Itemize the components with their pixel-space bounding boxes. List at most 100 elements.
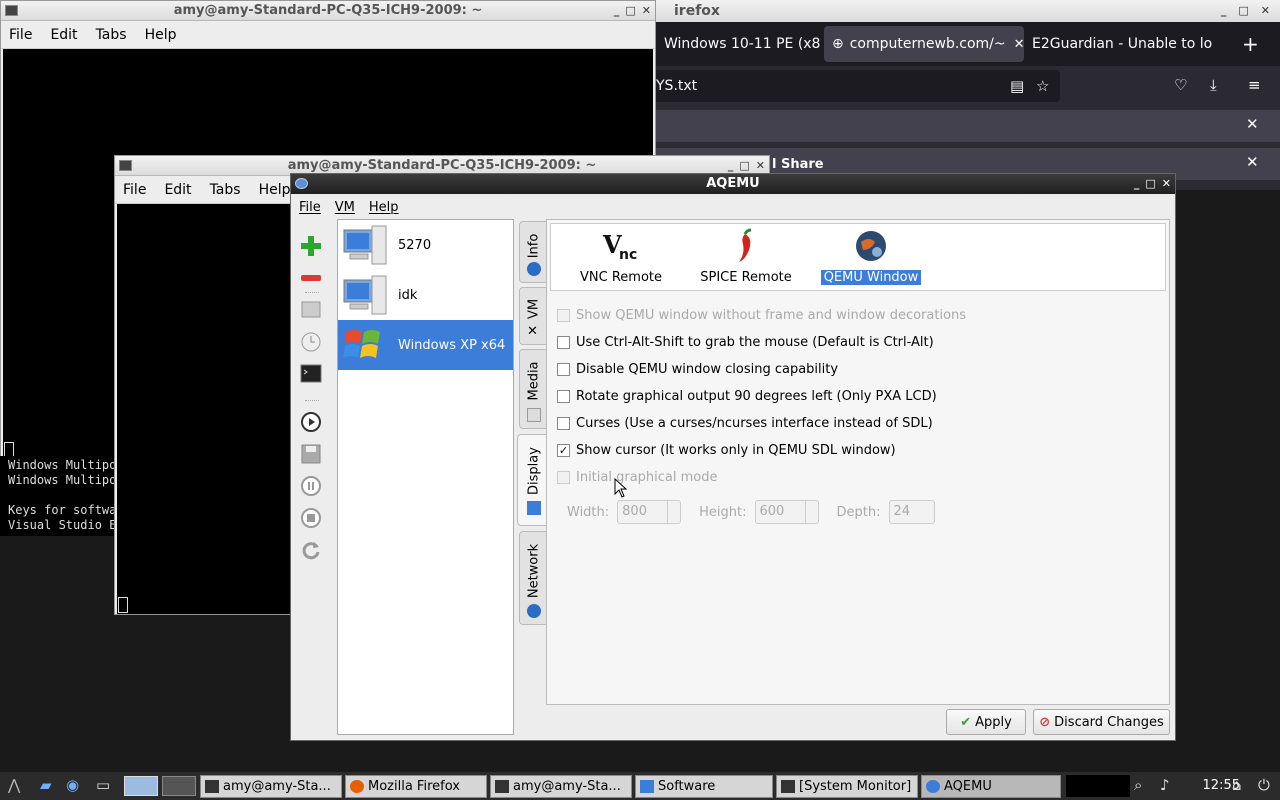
mode-spice-remote[interactable]: SPICE Remote — [686, 228, 806, 285]
menu-edit[interactable]: Edit — [50, 27, 77, 43]
console-button[interactable] — [299, 362, 323, 386]
computer-icon — [343, 225, 387, 265]
vm-list-item[interactable]: 5270 — [338, 220, 513, 270]
width-spinbox[interactable]: 800 — [617, 500, 682, 524]
workspace-switcher[interactable] — [124, 776, 158, 796]
pocket-icon[interactable]: ♡ — [1174, 76, 1187, 94]
stop-vm-button[interactable] — [299, 506, 323, 530]
tab-vm[interactable]: VM ✕ — [519, 287, 547, 345]
option-no-frame[interactable]: Show QEMU window without frame and windo… — [557, 306, 966, 324]
height-spinbox[interactable]: 600 — [754, 500, 819, 524]
menu-edit[interactable]: Edit — [164, 182, 191, 198]
aqemu-titlebar[interactable]: AQEMU _ □ ✕ — [291, 174, 1175, 194]
depth-select[interactable]: 24 — [888, 500, 935, 524]
pause-vm-button[interactable] — [299, 474, 323, 498]
tab-media[interactable]: Media — [519, 349, 547, 429]
minimize-icon[interactable]: _ — [614, 1, 620, 21]
close-icon[interactable]: ✕ — [1162, 174, 1171, 194]
menu-help[interactable]: Help — [145, 27, 177, 43]
reset-vm-button[interactable] — [299, 538, 323, 562]
option-rotate-output[interactable]: Rotate graphical output 90 degrees left … — [557, 387, 937, 405]
snapshot-button[interactable] — [299, 330, 323, 354]
download-icon[interactable]: ⤓ — [1210, 76, 1217, 94]
option-curses[interactable]: Curses (Use a curses/ncurses interface i… — [557, 414, 933, 432]
menu-tabs[interactable]: Tabs — [210, 182, 241, 198]
remove-vm-button[interactable] — [299, 266, 323, 290]
save-vm-button[interactable] — [299, 442, 323, 466]
firefox-tab-active[interactable]: ⊕ computernewb.com/~ ✕ — [824, 26, 1024, 62]
maximize-icon[interactable]: □ — [1238, 0, 1248, 22]
checkbox[interactable] — [557, 470, 570, 484]
tab-display[interactable]: Display — [517, 434, 549, 526]
vm-settings-button[interactable] — [299, 298, 323, 322]
close-icon[interactable]: ✕ — [642, 1, 651, 21]
vm-list-item-selected[interactable]: Windows XP x64 — [338, 320, 513, 370]
tray-search-icon[interactable]: ⌕ — [1134, 776, 1142, 794]
terminal-1-title: amy@amy-Standard-PC-Q35-ICH9-2009: ~ — [173, 3, 483, 18]
discard-label: Discard Changes — [1054, 714, 1164, 730]
show-desktop-icon[interactable]: ▭ — [96, 776, 110, 794]
start-menu-icon[interactable]: ⋀ — [8, 776, 20, 794]
new-tab-button[interactable]: + — [1234, 26, 1274, 62]
checkbox[interactable] — [557, 416, 570, 430]
minimize-icon[interactable]: _ — [1221, 0, 1227, 22]
aqemu-window[interactable]: AQEMU _ □ ✕ File VM Help 5270 idk Window… — [290, 173, 1176, 741]
option-disable-closing[interactable]: Disable QEMU window closing capability — [557, 360, 838, 378]
menu-vm[interactable]: VM — [335, 200, 355, 215]
mode-vnc-remote[interactable]: Vnc VNC Remote — [561, 228, 681, 285]
taskbar-item-system-monitor[interactable]: [System Monitor] — [776, 775, 918, 798]
option-ctrl-alt-shift[interactable]: Use Ctrl-Alt-Shift to grab the mouse (De… — [557, 333, 934, 351]
taskbar-item-aqemu[interactable]: AQEMU — [921, 775, 1061, 798]
checkbox[interactable] — [557, 389, 570, 403]
share-label[interactable]: l Share — [772, 157, 824, 172]
firefox-tab[interactable]: E2Guardian - Unable to lo — [1024, 26, 1234, 62]
firefox-titlebar[interactable]: irefox _ □ ✕ — [656, 0, 1280, 22]
trash-icon[interactable]: ⌂ — [1232, 776, 1242, 794]
minimize-icon[interactable]: _ — [1134, 174, 1140, 194]
hamburger-menu-icon[interactable]: ≡ — [1248, 76, 1261, 94]
taskbar-item-terminal-1[interactable]: amy@amy-Sta... — [200, 775, 342, 798]
discard-changes-button[interactable]: ⊘ Discard Changes — [1033, 709, 1170, 735]
terminal-1-titlebar[interactable]: amy@amy-Standard-PC-Q35-ICH9-2009: ~ _ □ ✕ — [1, 1, 655, 21]
menu-file[interactable]: File — [299, 200, 321, 215]
power-icon[interactable]: ⏻ — [1258, 776, 1270, 794]
maximize-icon[interactable]: □ — [1145, 174, 1155, 194]
close-notification-icon[interactable]: ✕ — [1246, 115, 1259, 133]
volume-icon[interactable]: ♪ — [1160, 776, 1170, 794]
menu-file[interactable]: File — [9, 27, 32, 43]
firefox-tab[interactable]: Windows 10-11 PE (x8✕ — [656, 26, 824, 62]
display-settings-panel: Vnc VNC Remote SPICE Remote QEMU Window … — [546, 219, 1170, 705]
tab-info[interactable]: Info — [519, 221, 547, 283]
vm-list[interactable]: 5270 idk Windows XP x64 — [337, 219, 514, 735]
maximize-icon[interactable]: □ — [625, 1, 635, 21]
close-tab-icon[interactable]: ✕ — [1014, 37, 1024, 52]
tab-network[interactable]: Network — [519, 531, 547, 625]
checkbox[interactable] — [557, 335, 570, 349]
taskbar-item-software[interactable]: Software — [635, 775, 773, 798]
apply-button[interactable]: ✔ Apply — [946, 709, 1026, 735]
menu-help[interactable]: Help — [259, 182, 291, 198]
vm-list-item[interactable]: idk — [338, 270, 513, 320]
workspace-switcher-2[interactable] — [162, 776, 196, 796]
option-show-cursor[interactable]: ✓ Show cursor (It works only in QEMU SDL… — [557, 441, 896, 459]
bookmark-star-icon[interactable]: ☆ — [1036, 70, 1049, 102]
mode-qemu-window[interactable]: QEMU Window — [811, 228, 931, 285]
menu-file[interactable]: File — [123, 182, 146, 198]
menu-tabs[interactable]: Tabs — [96, 27, 127, 43]
add-vm-button[interactable] — [299, 234, 323, 258]
close-icon[interactable]: ✕ — [1261, 0, 1270, 22]
checkbox[interactable] — [557, 362, 570, 376]
taskbar-item-terminal-2[interactable]: amy@amy-Sta... — [490, 775, 632, 798]
menu-help[interactable]: Help — [369, 200, 399, 215]
url-bar[interactable]: YS.txt ▤ ☆ — [656, 70, 1060, 102]
taskbar-item-firefox[interactable]: Mozilla Firefox — [345, 775, 487, 798]
file-manager-icon[interactable]: ▰ — [40, 776, 52, 794]
remove-icon — [301, 275, 321, 281]
option-initial-graphical-mode[interactable]: Initial graphical mode — [557, 468, 718, 486]
checkbox[interactable] — [557, 308, 570, 322]
close-notification-icon[interactable]: ✕ — [1246, 153, 1259, 171]
checkbox-checked[interactable]: ✓ — [557, 443, 570, 457]
browser-icon[interactable]: ◉ — [66, 776, 79, 794]
reader-view-icon[interactable]: ▤ — [1010, 70, 1024, 102]
start-vm-button[interactable] — [299, 410, 323, 434]
